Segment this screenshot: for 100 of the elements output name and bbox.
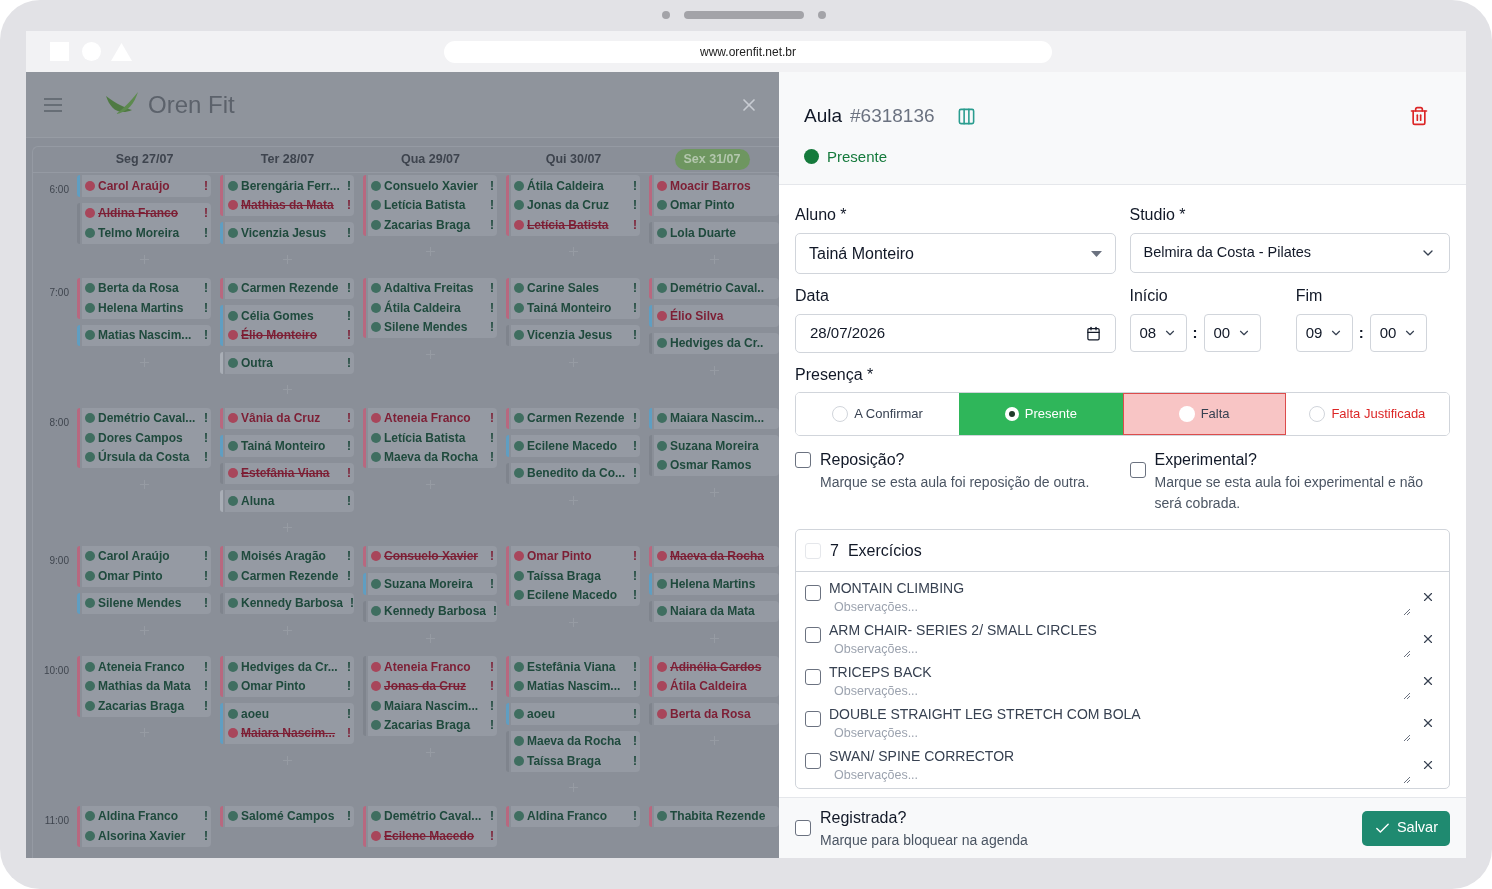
student-name[interactable]: Kennedy Barbosa <box>241 594 344 613</box>
save-button[interactable]: Salvar <box>1361 810 1450 846</box>
student-name[interactable]: Átila Caldeira <box>527 176 604 195</box>
student-name[interactable]: Hedviges da Cr.. <box>670 334 764 353</box>
class-card[interactable]: Vicenzia Jesus ! <box>511 324 640 346</box>
class-card[interactable]: Aluna ! <box>225 490 354 512</box>
student-name[interactable]: Carol Araújo <box>98 547 170 566</box>
class-card[interactable]: Matias Nascim... ! <box>82 324 211 346</box>
student-name[interactable]: Tainá Monteiro <box>527 298 612 317</box>
close-icon[interactable] <box>1421 758 1435 772</box>
student-name[interactable]: Zacarias Braga <box>98 696 185 715</box>
class-card[interactable]: Vicenzia Jesus ! <box>225 222 354 244</box>
class-card[interactable]: Consuelo Xavier ! Letícia Batista ! Zacarias Braga ! <box>368 175 497 236</box>
student-name[interactable]: Átila Caldeira <box>670 677 747 696</box>
student-name[interactable]: Suzana Moreira <box>670 436 759 455</box>
student-name[interactable]: Aluna <box>241 491 275 510</box>
student-name[interactable]: Jonas da Cruz <box>384 677 467 696</box>
student-name[interactable]: Maeva da Rocha <box>384 448 479 467</box>
notes-field[interactable]: Observações... <box>834 724 1403 742</box>
exercise-checkbox[interactable] <box>805 585 821 601</box>
calendar-icon[interactable] <box>1085 326 1101 341</box>
class-card[interactable]: Demétrio Caval... ! Ecilene Macedo ! <box>368 805 497 847</box>
student-name[interactable]: Taíssa Braga <box>527 566 601 585</box>
student-name[interactable]: Vicenzia Jesus <box>241 223 327 242</box>
student-name[interactable]: aoeu <box>527 704 555 723</box>
close-icon[interactable] <box>1421 674 1435 688</box>
class-card[interactable]: Maeva da Rocha <box>654 545 779 567</box>
student-name[interactable]: Carol Araújo <box>98 176 170 195</box>
student-name[interactable]: Letícia Batista <box>384 196 466 215</box>
student-name[interactable]: Silene Mendes <box>98 594 182 613</box>
student-name[interactable]: Jonas da Cruz <box>527 196 610 215</box>
class-card[interactable]: Adinélia Cardos Átila Caldeira <box>654 656 779 697</box>
exercise-checkbox[interactable] <box>805 669 821 685</box>
student-select[interactable]: Tainá Monteiro <box>795 233 1116 274</box>
class-card[interactable]: Aldina Franco ! Alsorina Xavier ! <box>82 805 211 847</box>
class-card[interactable]: Carol Araújo ! Omar Pinto ! <box>82 545 211 587</box>
class-card[interactable]: Lola Duarte <box>654 222 779 244</box>
student-name[interactable]: Kennedy Barbosa <box>384 602 487 621</box>
student-name[interactable]: Maeva da Rocha <box>670 547 765 566</box>
exercise-checkbox[interactable] <box>805 711 821 727</box>
student-name[interactable]: Hedviges da Cr... <box>241 657 338 676</box>
class-card[interactable]: Élio Silva <box>654 305 779 327</box>
class-card[interactable]: aoeu ! Maiara Nascim... ! <box>225 703 354 744</box>
student-name[interactable]: Moisés Aragão <box>241 547 326 566</box>
class-card[interactable]: Ateneia Franco ! Letícia Batista ! Maeva da Rocha ! <box>368 407 497 468</box>
student-name[interactable]: Tainá Monteiro <box>241 436 326 455</box>
student-name[interactable]: Carmen Rezende <box>527 409 625 428</box>
class-card[interactable]: Kennedy Barbosa ! <box>225 592 354 614</box>
student-name[interactable]: Ateneia Franco <box>384 657 471 676</box>
checkbox[interactable] <box>795 452 811 468</box>
student-name[interactable]: Outra <box>241 353 273 372</box>
class-card[interactable]: Aldina Franco ! <box>511 805 640 827</box>
class-card[interactable]: Outra ! <box>225 352 354 374</box>
class-card[interactable]: Ateneia Franco ! Mathias da Mata ! Zacarias Braga ! <box>82 656 211 717</box>
student-name[interactable]: Taíssa Braga <box>527 751 601 770</box>
class-card[interactable]: aoeu ! <box>511 703 640 725</box>
resize-grip-icon[interactable] <box>1403 650 1411 658</box>
class-card[interactable]: Berta da Rosa ! Helena Martins ! <box>82 277 211 319</box>
menu-icon[interactable] <box>44 97 62 112</box>
student-name[interactable]: Demétrio Caval... <box>384 807 482 826</box>
studio-select[interactable]: Belmira da Costa - Pilates <box>1129 233 1450 273</box>
class-card[interactable]: Ateneia Franco ! Jonas da Cruz ! Maiara Nascim... ! Zacarias Braga ! <box>368 656 497 736</box>
student-name[interactable]: aoeu <box>241 704 269 723</box>
student-name[interactable]: Demétrio Caval.. <box>670 279 765 298</box>
student-name[interactable]: Ecilene Macedo <box>527 436 618 455</box>
class-card[interactable]: Estefânia Viana ! <box>225 462 354 484</box>
student-name[interactable]: Carine Sales <box>527 279 600 298</box>
class-card[interactable]: Berta da Rosa <box>654 703 779 725</box>
class-card[interactable]: Moisés Aragão ! Carmen Rezende ! <box>225 545 354 587</box>
student-name[interactable]: Maiara Nascim... <box>384 696 479 715</box>
class-card[interactable]: Carmen Rezende ! <box>511 407 640 429</box>
resize-grip-icon[interactable] <box>1403 734 1411 742</box>
student-name[interactable]: Carmen Rezende <box>241 279 339 298</box>
exercise-checkbox[interactable] <box>805 627 821 643</box>
student-name[interactable]: Omar Pinto <box>670 196 735 215</box>
student-name[interactable]: Zacarias Braga <box>384 716 471 735</box>
class-card[interactable]: Maeva da Rocha ! Taíssa Braga ! <box>511 730 640 772</box>
address-bar[interactable]: www.orenfit.net.br <box>444 40 1052 63</box>
class-card[interactable]: Ecilene Macedo ! <box>511 435 640 457</box>
student-name[interactable]: Letícia Batista <box>384 428 466 447</box>
class-card[interactable]: Consuelo Xavier ! <box>368 545 497 567</box>
student-name[interactable]: Naiara da Mata <box>670 602 755 621</box>
student-name[interactable]: Mathias da Mata <box>98 677 191 696</box>
class-card[interactable]: Moacir Barros Omar Pinto <box>654 175 779 216</box>
student-name[interactable]: Adinélia Cardos <box>670 657 762 676</box>
class-card[interactable]: Thabita Rezende <box>654 805 779 827</box>
class-card[interactable]: Kennedy Barbosa ! <box>368 600 497 622</box>
student-name[interactable]: Élio Silva <box>670 306 724 325</box>
date-field[interactable]: 28/07/2026 <box>795 314 1116 353</box>
delete-icon[interactable] <box>1409 106 1429 127</box>
class-card[interactable]: Omar Pinto ! Taíssa Braga ! Ecilene Macedo ! <box>511 545 640 606</box>
class-card[interactable]: Aldina Franco ! Telmo Moreira ! <box>82 202 211 244</box>
class-card[interactable]: Hedviges da Cr.. <box>654 332 779 354</box>
close-icon[interactable] <box>1421 632 1435 646</box>
checkbox[interactable] <box>1129 462 1146 478</box>
class-card[interactable]: Maiara Nascim... <box>654 407 779 429</box>
select-all-checkbox[interactable] <box>805 542 821 559</box>
class-card[interactable]: Demétrio Caval... ! Dores Campos ! Úrsula da Costa ! <box>82 407 211 468</box>
minute-select[interactable]: 00 <box>1369 314 1427 352</box>
resize-grip-icon[interactable] <box>1403 776 1411 784</box>
